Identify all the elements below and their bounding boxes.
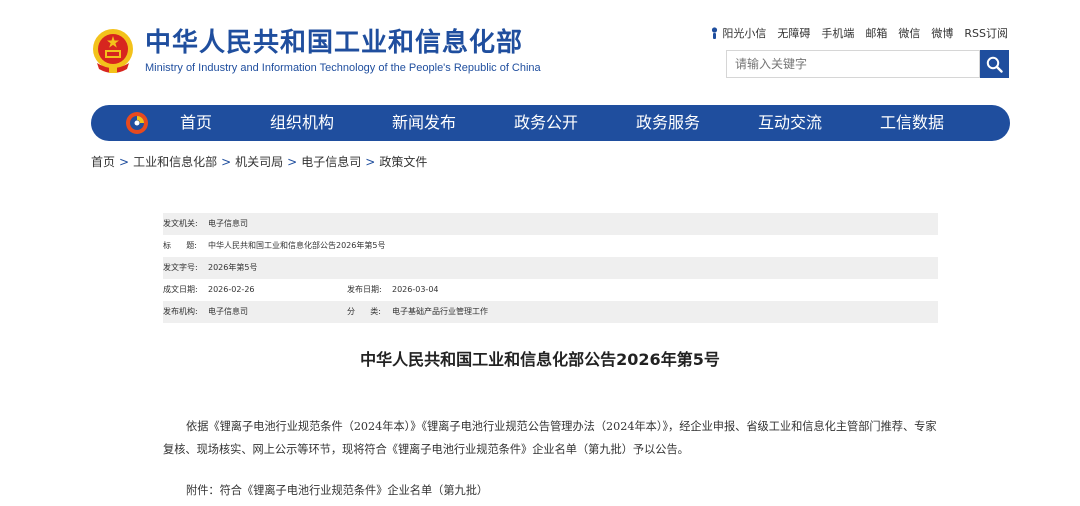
document-paragraph: 依据《锂离子电池行业规范条件（2024年本）》《锂离子电池行业规范公告管理办法（… — [163, 420, 937, 456]
nav-item-interaction[interactable]: 互动交流 — [758, 105, 822, 141]
meta-value: 中华人民共和国工业和信息化部公告2026年第5号 — [208, 241, 386, 250]
meta-value: 2026-02-26 — [208, 285, 255, 294]
nav-item-home[interactable]: 首页 — [180, 105, 212, 141]
document-meta-table: 发文机关: 电子信息司 标 题: 中华人民共和国工业和信息化部公告2026年第5… — [163, 213, 938, 323]
meta-row-title: 标 题: 中华人民共和国工业和信息化部公告2026年第5号 — [163, 235, 938, 257]
meta-value: 2026-03-04 — [392, 285, 439, 294]
search-button[interactable] — [980, 50, 1009, 78]
breadcrumb-item[interactable]: 工业和信息化部 — [133, 155, 217, 169]
breadcrumb-item[interactable]: 首页 — [91, 155, 115, 169]
breadcrumb-item-current[interactable]: 政策文件 — [379, 155, 427, 169]
breadcrumb-item[interactable]: 机关司局 — [235, 155, 283, 169]
main-nav: 首页 组织机构 新闻发布 政务公开 政务服务 互动交流 工信数据 — [91, 105, 1010, 141]
meta-label: 发文字号: — [163, 263, 198, 272]
national-emblem-icon — [91, 27, 135, 75]
nav-item-news[interactable]: 新闻发布 — [392, 105, 456, 141]
site-subtitle: Ministry of Industry and Information Tec… — [145, 62, 541, 74]
search-icon — [986, 56, 1003, 73]
top-link-mobile[interactable]: 手机端 — [821, 25, 854, 41]
top-link-sunshine[interactable]: 阳光小信 — [710, 25, 766, 41]
meta-label: 发布机构: — [163, 307, 198, 316]
meta-value: 电子基础产品行业管理工作 — [392, 307, 488, 316]
top-link-mail[interactable]: 邮箱 — [865, 25, 887, 41]
document-title: 中华人民共和国工业和信息化部公告2026年第5号 — [360, 350, 720, 369]
meta-label: 发文机关: — [163, 219, 198, 228]
meta-value: 电子信息司 — [208, 307, 248, 316]
top-link-wechat[interactable]: 微信 — [898, 25, 920, 41]
breadcrumb-item[interactable]: 电子信息司 — [301, 155, 361, 169]
nav-item-data[interactable]: 工信数据 — [880, 105, 944, 141]
breadcrumb: 首页 > 工业和信息化部 > 机关司局 > 电子信息司 > 政策文件 — [91, 154, 427, 170]
top-link-rss[interactable]: RSS订阅 — [964, 25, 1008, 41]
search-input[interactable] — [726, 50, 980, 78]
meta-value: 2026年第5号 — [208, 263, 258, 272]
meta-row-dates: 成文日期: 2026-02-26 发布日期: 2026-03-04 — [163, 279, 938, 301]
top-link-accessibility[interactable]: 无障碍 — [777, 25, 810, 41]
miit-logo-icon — [125, 111, 149, 135]
nav-item-organization[interactable]: 组织机构 — [270, 105, 334, 141]
person-pin-icon — [712, 27, 718, 39]
breadcrumb-separator: > — [287, 155, 298, 169]
meta-row-agency: 发布机构: 电子信息司 分 类: 电子基础产品行业管理工作 — [163, 301, 938, 323]
meta-row-issuer: 发文机关: 电子信息司 — [163, 213, 938, 235]
meta-value: 电子信息司 — [208, 219, 248, 228]
document-attachment[interactable]: 附件：符合《锂离子电池行业规范条件》企业名单（第九批） — [163, 479, 939, 502]
nav-item-gov-service[interactable]: 政务服务 — [636, 105, 700, 141]
site-title[interactable]: 中华人民共和国工业和信息化部 — [145, 27, 523, 59]
breadcrumb-separator: > — [365, 155, 376, 169]
meta-row-number: 发文字号: 2026年第5号 — [163, 257, 938, 279]
meta-label: 分 类: — [347, 307, 381, 316]
meta-label: 标 题: — [163, 241, 197, 250]
top-links: 阳光小信 无障碍 手机端 邮箱 微信 微博 RSS订阅 — [710, 25, 1008, 41]
meta-label: 成文日期: — [163, 285, 198, 294]
breadcrumb-separator: > — [119, 155, 130, 169]
meta-label: 发布日期: — [347, 285, 382, 294]
breadcrumb-separator: > — [221, 155, 232, 169]
top-link-weibo[interactable]: 微博 — [931, 25, 953, 41]
nav-item-gov-open[interactable]: 政务公开 — [514, 105, 578, 141]
